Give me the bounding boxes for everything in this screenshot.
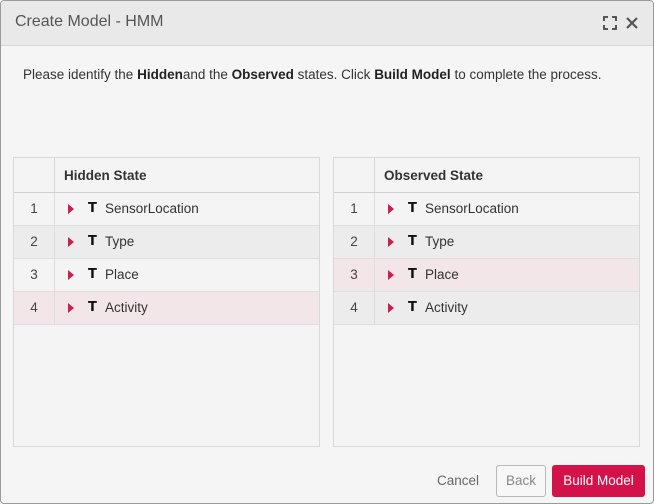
row-number: 3 [334,259,375,291]
observed-state-title: Observed State [384,168,484,183]
row-number-header [14,158,55,192]
expand-arrow-icon[interactable] [68,204,74,214]
field-label: Place [105,267,139,282]
build-model-button[interactable]: Build Model [552,465,645,497]
text-type-icon: T [408,300,417,315]
instructions-text: Please identify the Hiddenand the Observ… [23,67,602,82]
field-label: SensorLocation [425,201,519,216]
field-label: Type [425,234,455,249]
text-type-icon: T [88,267,97,282]
field-label: Type [105,234,135,249]
instructions-part: to complete the process. [450,67,602,82]
text-type-icon: T [88,201,97,216]
hidden-state-row[interactable]: 2 T Type [14,226,319,259]
observed-state-row[interactable]: 2 T Type [334,226,639,259]
close-icon[interactable] [624,15,640,31]
hidden-state-grid: Hidden State 1 T SensorLocation 2 T Type… [13,157,320,447]
text-type-icon: T [408,234,417,249]
field-label: Place [425,267,459,282]
text-type-icon: T [408,267,417,282]
expand-arrow-icon[interactable] [388,204,394,214]
hidden-state-row[interactable]: 1 T SensorLocation [14,193,319,226]
field-label: SensorLocation [105,201,199,216]
hidden-state-header: Hidden State [14,158,319,193]
row-number: 4 [334,292,375,324]
hidden-state-row-selected[interactable]: 4 T Activity [14,292,319,325]
row-number-header [334,158,375,192]
instructions-hidden-keyword: Hidden [137,67,183,82]
observed-state-header: Observed State [334,158,639,193]
row-number: 4 [14,292,55,324]
expand-arrow-icon[interactable] [68,237,74,247]
create-model-dialog: Create Model - HMM Please identify the H… [0,0,654,504]
dialog-title: Create Model - HMM [15,13,164,30]
cancel-button[interactable]: Cancel [427,465,489,497]
observed-state-row[interactable]: 1 T SensorLocation [334,193,639,226]
expand-arrow-icon[interactable] [68,303,74,313]
instructions-build-keyword: Build Model [374,67,451,82]
instructions-observed-keyword: Observed [231,67,294,82]
observed-state-grid: Observed State 1 T SensorLocation 2 T Ty… [333,157,640,447]
hidden-state-row[interactable]: 3 T Place [14,259,319,292]
field-label: Activity [105,300,148,315]
instructions-part: Please identify the [23,67,138,82]
text-type-icon: T [88,300,97,315]
row-number: 2 [14,226,55,258]
observed-state-row[interactable]: 4 T Activity [334,292,639,325]
expand-arrow-icon[interactable] [68,270,74,280]
row-number: 3 [14,259,55,291]
instructions-part: and the [182,67,232,82]
field-label: Activity [425,300,468,315]
hidden-state-title: Hidden State [64,168,147,183]
expand-arrow-icon[interactable] [388,237,394,247]
expand-arrow-icon[interactable] [388,270,394,280]
observed-state-row-selected[interactable]: 3 T Place [334,259,639,292]
back-button[interactable]: Back [496,465,546,497]
row-number: 2 [334,226,375,258]
dialog-titlebar: Create Model - HMM [1,1,653,46]
expand-arrow-icon[interactable] [388,303,394,313]
row-number: 1 [14,193,55,225]
text-type-icon: T [88,234,97,249]
maximize-icon[interactable] [602,15,618,31]
text-type-icon: T [408,201,417,216]
instructions-part: states. Click [293,67,375,82]
row-number: 1 [334,193,375,225]
